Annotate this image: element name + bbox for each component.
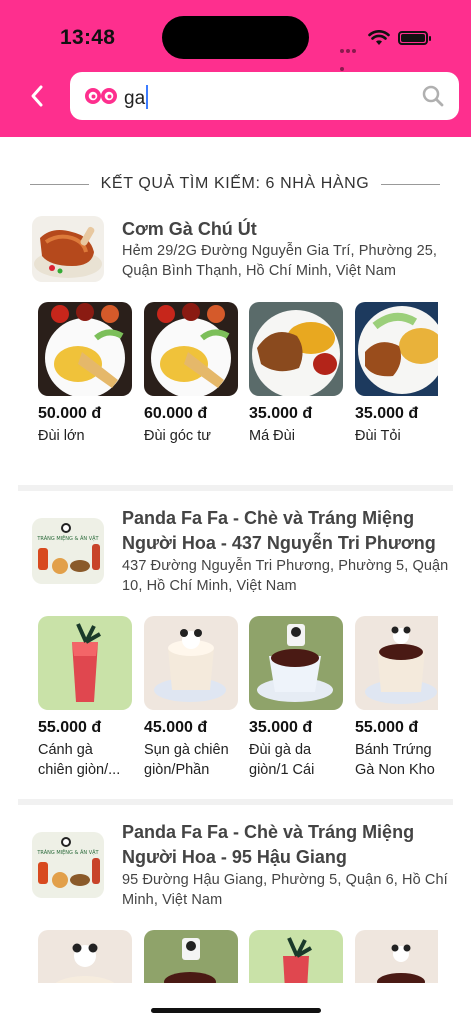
- section-divider: [18, 799, 453, 805]
- dish-card[interactable]: 35.000 đ Má Đùi: [249, 302, 344, 446]
- app-header: 13:48 ga: [0, 0, 471, 137]
- back-button[interactable]: [22, 80, 52, 112]
- svg-text:TRÁNG MIỆNG & ĂN VẶT: TRÁNG MIỆNG & ĂN VẶT: [36, 534, 99, 542]
- dish-image: [144, 302, 238, 396]
- dish-image: [38, 302, 132, 396]
- dish-price: 35.000 đ: [249, 405, 313, 422]
- svg-text:TRÁNG MIỆNG & ĂN VẶT: TRÁNG MIỆNG & ĂN VẶT: [36, 848, 99, 856]
- restaurant-address: 437 Đường Nguyễn Tri Phương, Phường 5, Q…: [122, 558, 449, 594]
- dish-card[interactable]: 35.000 đ Đùi Tỏi: [355, 302, 438, 446]
- signal-dots-icon: [340, 40, 362, 71]
- dish-card[interactable]: 50.000 đ Đùi lớn: [38, 302, 133, 446]
- dish-card[interactable]: 35.000 đ Đùi gà da giòn/1 Cái: [249, 616, 344, 780]
- magnifier-icon[interactable]: [421, 84, 445, 108]
- restaurant-logo: [32, 216, 104, 282]
- dish-name: Bánh Trứng Gà Non Kho: [355, 742, 435, 778]
- restaurant-name[interactable]: Panda Fa Fa - Chè và Tráng Miệng Người H…: [122, 506, 452, 556]
- text-caret: [146, 85, 149, 109]
- search-query-text: ga: [124, 88, 146, 109]
- search-query[interactable]: ga: [124, 85, 149, 110]
- dish-price: 55.000 đ: [38, 719, 102, 736]
- dish-image: [249, 616, 343, 710]
- status-time: 13:48: [60, 26, 116, 49]
- dish-price: 55.000 đ: [355, 719, 419, 736]
- divider-line: [30, 183, 89, 185]
- bottom-safe-area: [0, 983, 471, 1024]
- dish-image: [355, 616, 438, 710]
- status-icons: [340, 28, 440, 71]
- dish-price: 45.000 đ: [144, 719, 208, 736]
- dish-price: 60.000 đ: [144, 405, 208, 422]
- dish-card[interactable]: 55.000 đ Cánh gà chiên giòn/...: [38, 616, 133, 780]
- dish-price: 35.000 đ: [249, 719, 313, 736]
- search-input[interactable]: ga: [70, 72, 459, 120]
- dish-image: [249, 302, 343, 396]
- dish-image: [144, 616, 238, 710]
- results-count-label: KẾT QUẢ TÌM KIẾM: 6 NHÀ HÀNG: [100, 175, 370, 192]
- restaurant-address: Hẻm 29/2G Đường Nguyễn Gia Trí, Phường 2…: [122, 243, 438, 279]
- home-indicator[interactable]: [151, 1008, 321, 1013]
- dish-name: Đùi gà da giòn/1 Cái: [249, 742, 315, 778]
- divider-line: [381, 183, 441, 185]
- restaurant-logo: TRÁNG MIỆNG & ĂN VẶT: [32, 832, 104, 898]
- chevron-left-icon: [31, 85, 43, 107]
- battery-icon: [398, 31, 431, 45]
- section-divider: [18, 485, 453, 491]
- restaurant-name[interactable]: Cơm Gà Chú Út: [122, 217, 452, 242]
- dish-name: Cánh gà chiên giòn/...: [38, 742, 121, 778]
- dish-card[interactable]: 60.000 đ Đùi góc tư: [144, 302, 239, 446]
- dynamic-island: [162, 16, 309, 59]
- restaurant-logo: TRÁNG MIỆNG & ĂN VẶT: [32, 518, 104, 584]
- dish-name: Đùi góc tư: [144, 428, 211, 444]
- dish-name: Đùi Tỏi: [355, 428, 401, 444]
- results-heading: KẾT QUẢ TÌM KIẾM: 6 NHÀ HÀNG: [30, 172, 441, 196]
- restaurant-address: 95 Đường Hậu Giang, Phường 5, Quận 6, Hồ…: [122, 872, 448, 908]
- restaurant-name[interactable]: Panda Fa Fa - Chè và Tráng Miệng Người H…: [122, 820, 452, 870]
- dish-image: [38, 616, 132, 710]
- dish-name: Đùi lớn: [38, 428, 85, 444]
- dish-name: Má Đùi: [249, 428, 295, 444]
- dish-image: [355, 302, 438, 396]
- dish-price: 50.000 đ: [38, 405, 102, 422]
- wifi-icon: [368, 30, 390, 45]
- eyes-logo-icon: [85, 88, 117, 104]
- dish-name: Sụn gà chiên giòn/Phần: [144, 742, 229, 778]
- dish-price: 35.000 đ: [355, 405, 419, 422]
- dish-card[interactable]: 55.000 đ Bánh Trứng Gà Non Kho: [355, 616, 438, 780]
- dish-card[interactable]: 45.000 đ Sụn gà chiên giòn/Phần: [144, 616, 239, 780]
